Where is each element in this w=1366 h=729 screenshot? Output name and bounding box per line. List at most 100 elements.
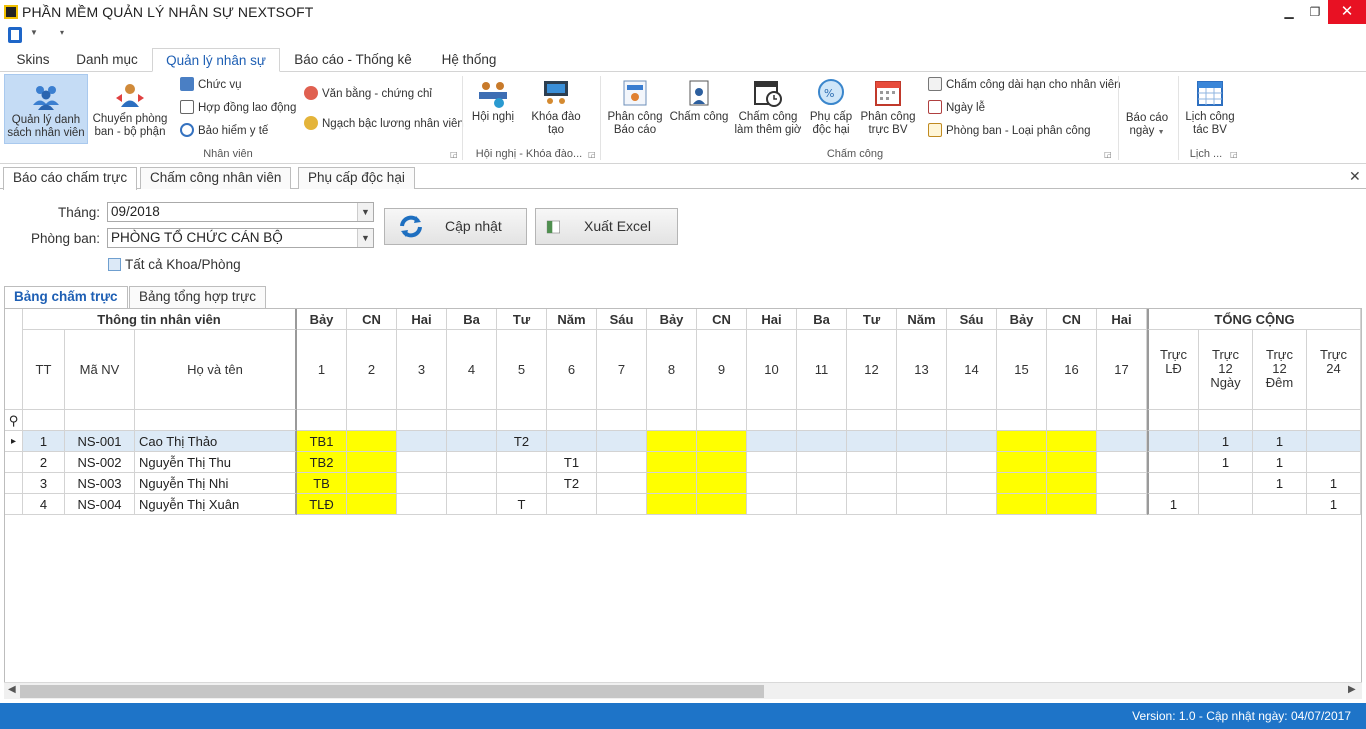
cell-day[interactable] [397,473,447,494]
cell-day[interactable] [797,452,847,473]
cell-day[interactable]: T2 [547,473,597,494]
cell-manv[interactable]: NS-001 [65,431,135,452]
filter-cell[interactable] [497,410,547,431]
cell-day[interactable] [1047,431,1097,452]
chuc-vu-button[interactable]: Chức vụ [180,76,242,94]
cell-day[interactable] [897,473,947,494]
chevron-down-icon[interactable]: ▼ [30,28,38,37]
cell-total[interactable] [1147,452,1199,473]
filter-cell[interactable] [23,410,65,431]
filter-cell[interactable] [297,410,347,431]
cell-day[interactable] [347,452,397,473]
cell-day[interactable] [597,452,647,473]
bao-hiem-button[interactable]: Bảo hiểm y tế [180,122,268,140]
bao-cao-ngay-button[interactable]: Báo cáo ngày ▼ [1122,112,1172,144]
tab-he-thong[interactable]: Hệ thống [430,48,508,72]
cell-manv[interactable]: NS-002 [65,452,135,473]
cell-day[interactable]: TB1 [297,431,347,452]
cell-hoten[interactable]: Cao Thị Thảo [135,431,297,452]
row-indicator[interactable] [5,473,23,494]
khoa-dao-tao-button[interactable]: Khóa đào tạo [522,78,590,144]
cell-day[interactable] [997,452,1047,473]
cell-day[interactable] [647,431,697,452]
cell-day[interactable]: TB2 [297,452,347,473]
phong-ban-select[interactable]: PHÒNG TỔ CHỨC CÁN BỘ ▼ [107,228,374,248]
thang-select[interactable]: 09/2018 ▼ [107,202,374,222]
cell-day[interactable] [447,431,497,452]
cell-day[interactable] [947,473,997,494]
cell-day[interactable] [347,473,397,494]
tab-phu-cap-doc-hai[interactable]: Phụ cấp độc hại [298,167,415,189]
van-bang-button[interactable]: Văn bằng - chứng chỉ [304,85,432,103]
filter-cell[interactable] [1307,410,1361,431]
dialog-launcher-icon[interactable]: ◲ [450,150,458,159]
cell-hoten[interactable]: Nguyễn Thị Thu [135,452,297,473]
cell-day[interactable] [697,473,747,494]
cell-day[interactable] [1097,473,1147,494]
cell-day[interactable] [397,494,447,515]
cell-day[interactable] [797,473,847,494]
chuyen-phong-ban-button[interactable]: Chuyển phòng ban - bộ phận [90,80,170,144]
cell-total[interactable]: 1 [1199,452,1253,473]
cell-day[interactable] [947,431,997,452]
scrollbar-thumb[interactable] [20,685,764,698]
cell-day[interactable] [897,431,947,452]
cell-manv[interactable]: NS-003 [65,473,135,494]
dialog-launcher-icon[interactable]: ◲ [588,150,596,159]
dialog-launcher-icon[interactable]: ◲ [1230,150,1238,159]
filter-cell[interactable] [1097,410,1147,431]
cell-total[interactable]: 1 [1253,452,1307,473]
cell-total[interactable]: 1 [1253,473,1307,494]
cell-day[interactable]: T1 [547,452,597,473]
filter-cell[interactable] [397,410,447,431]
filter-cell[interactable] [1199,410,1253,431]
filter-cell[interactable] [135,410,297,431]
cell-total[interactable] [1199,473,1253,494]
minimize-button[interactable]: ▁ [1276,0,1302,24]
cell-day[interactable] [997,494,1047,515]
filter-cell[interactable] [347,410,397,431]
chevron-down-icon[interactable]: ▼ [357,229,373,247]
cell-day[interactable] [347,431,397,452]
cell-day[interactable] [547,431,597,452]
cell-total[interactable]: 1 [1199,431,1253,452]
filter-cell[interactable] [1253,410,1307,431]
filter-cell[interactable] [747,410,797,431]
close-button[interactable]: ✕ [1328,0,1366,24]
tab-skins[interactable]: Skins [8,48,58,72]
cell-hoten[interactable]: Nguyễn Thị Xuân [135,494,297,515]
tab-bao-cao-thong-ke[interactable]: Báo cáo - Thống kê [286,48,420,72]
cap-nhat-button[interactable]: Cập nhật [384,208,527,245]
cell-tt[interactable]: 2 [23,452,65,473]
cell-day[interactable] [747,452,797,473]
filter-cell[interactable] [997,410,1047,431]
quan-ly-nhan-vien-button[interactable]: Quản lý danh sách nhân viên [4,74,88,144]
dialog-launcher-icon[interactable]: ◲ [1104,150,1112,159]
hoi-nghi-button[interactable]: Hội nghị [466,78,520,144]
cell-day[interactable] [997,473,1047,494]
cell-day[interactable] [797,494,847,515]
filter-cell[interactable] [65,410,135,431]
phu-cap-doc-hai-button[interactable]: % Phụ cấp độc hại [804,78,858,144]
row-indicator[interactable] [5,494,23,515]
maximize-button[interactable]: ❐ [1302,0,1328,24]
cham-cong-button[interactable]: Chấm công [668,78,730,144]
cell-total[interactable] [1147,431,1199,452]
ngay-le-button[interactable]: Ngày lễ [928,99,985,117]
cell-day[interactable] [347,494,397,515]
tab-cham-cong-nhan-vien[interactable]: Chấm công nhân viên [140,167,292,189]
cell-day[interactable] [697,452,747,473]
cell-day[interactable] [747,473,797,494]
cell-total[interactable]: 1 [1307,473,1361,494]
cell-total[interactable] [1307,431,1361,452]
cell-day[interactable] [897,494,947,515]
phan-cong-bao-cao-button[interactable]: Phân công Báo cáo [604,78,666,144]
cell-day[interactable]: TLĐ [297,494,347,515]
tab-bang-tong-hop-truc[interactable]: Bảng tổng hợp trực [129,286,266,308]
cell-day[interactable] [1047,473,1097,494]
customize-toolbar-icon[interactable]: ▾ [60,28,64,37]
scroll-left-icon[interactable]: ◀ [8,684,16,695]
cell-day[interactable] [647,494,697,515]
cell-day[interactable] [1097,452,1147,473]
chevron-down-icon[interactable]: ▼ [357,203,373,221]
